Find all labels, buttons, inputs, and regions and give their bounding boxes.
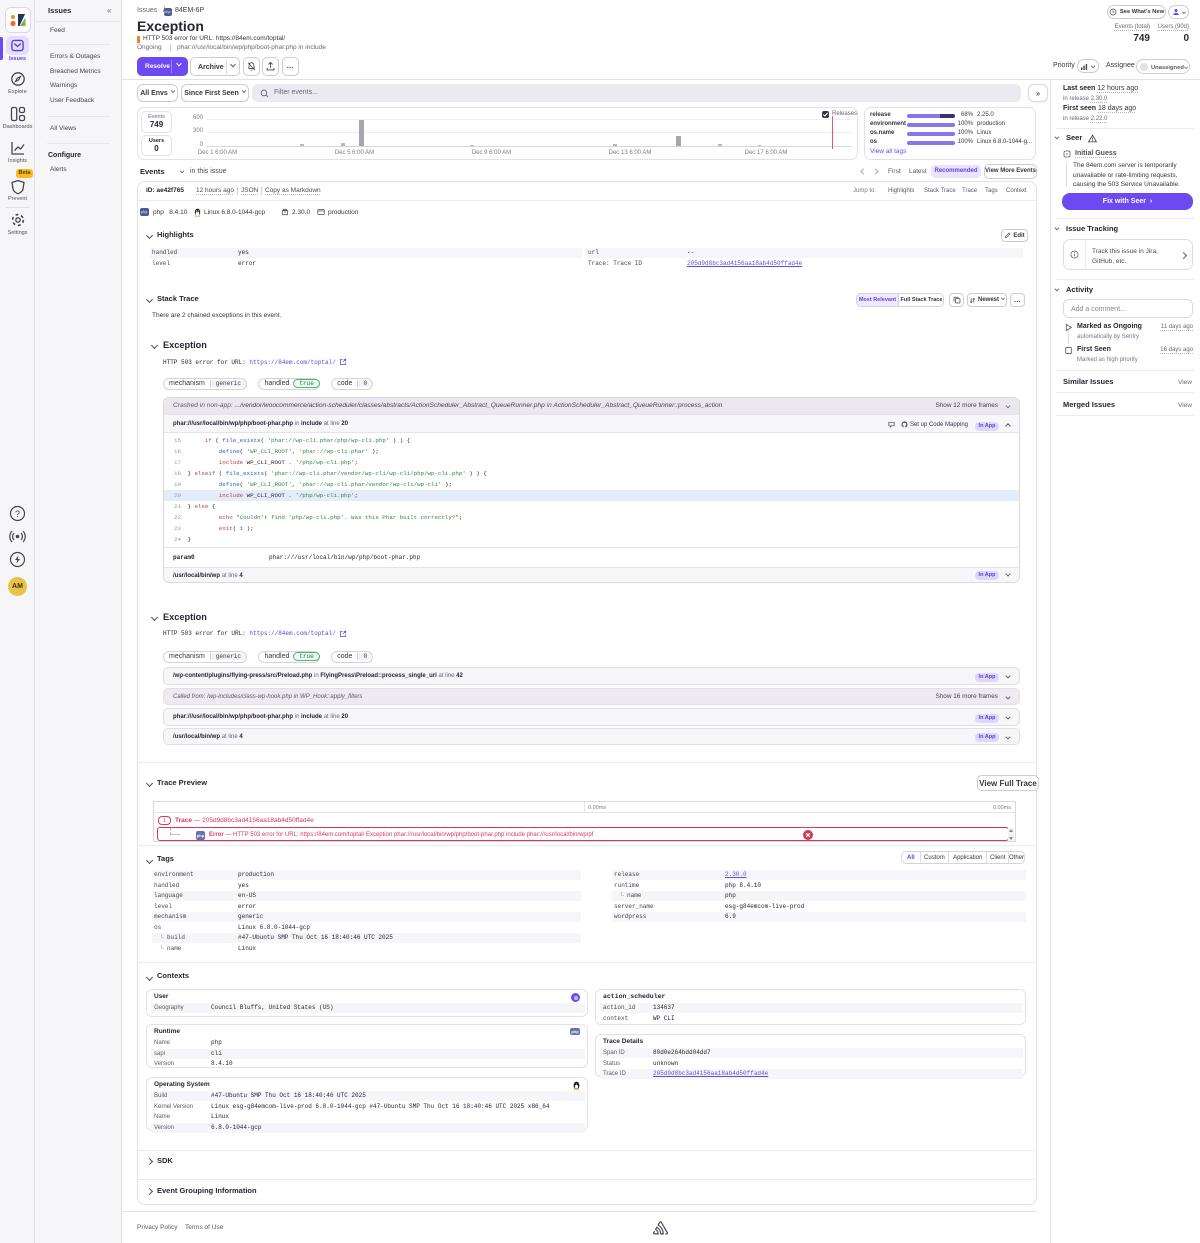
svg-text:?: ? (15, 509, 20, 519)
